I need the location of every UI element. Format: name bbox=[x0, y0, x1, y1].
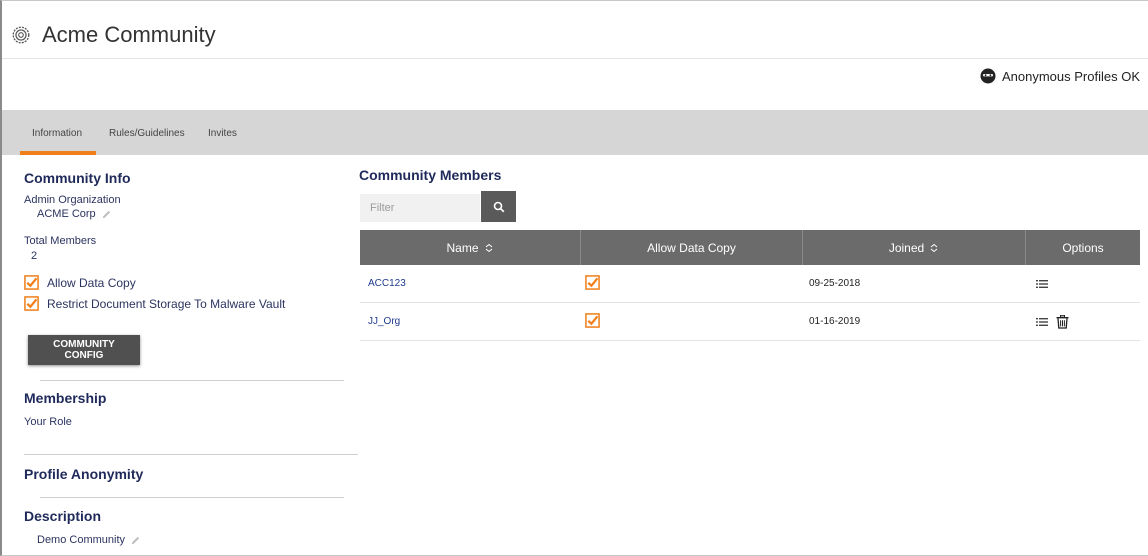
members-table: Name Allow Data Copy Joined Options ACC1… bbox=[360, 230, 1140, 341]
tab-invites[interactable]: Invites bbox=[208, 128, 237, 139]
community-members-heading: Community Members bbox=[359, 167, 502, 183]
column-header-joined[interactable]: Joined bbox=[803, 230, 1026, 265]
edit-pencil-icon[interactable] bbox=[130, 535, 141, 546]
description-heading: Description bbox=[24, 508, 102, 524]
column-header-allow-data-copy: Allow Data Copy bbox=[581, 230, 803, 265]
trash-icon[interactable] bbox=[1056, 314, 1069, 329]
community-config-button[interactable]: COMMUNITY CONFIG bbox=[28, 335, 140, 365]
anonymous-profiles-status: Anonymous Profiles OK bbox=[980, 68, 1140, 84]
tab-information[interactable]: Information bbox=[19, 128, 97, 155]
checkbox-checked-icon[interactable] bbox=[24, 296, 39, 311]
column-header-options: Options bbox=[1026, 230, 1140, 265]
column-header-label: Allow Data Copy bbox=[647, 240, 736, 255]
admin-org-name: ACME Corp bbox=[37, 208, 96, 220]
section-divider bbox=[24, 454, 358, 455]
filter-input[interactable] bbox=[360, 194, 480, 222]
search-button[interactable] bbox=[481, 191, 516, 222]
joined-date: 09-25-2018 bbox=[809, 278, 861, 289]
sort-icon[interactable] bbox=[484, 243, 494, 253]
tab-rules-guidelines[interactable]: Rules/Guidelines bbox=[109, 128, 185, 139]
list-options-icon[interactable] bbox=[1036, 278, 1048, 290]
column-header-name[interactable]: Name bbox=[360, 230, 581, 265]
total-members-label: Total Members bbox=[24, 235, 97, 247]
description-text: Demo Community bbox=[37, 534, 126, 546]
profile-anonymity-heading: Profile Anonymity bbox=[24, 466, 144, 482]
column-header-label: Joined bbox=[888, 240, 925, 255]
admin-org-value: ACME Corp bbox=[37, 208, 112, 220]
anonymous-profiles-label: Anonymous Profiles OK bbox=[1001, 68, 1140, 84]
column-header-label: Name bbox=[446, 240, 479, 255]
header-divider bbox=[2, 58, 1148, 59]
member-name-link[interactable]: ACC123 bbox=[368, 278, 406, 289]
section-divider bbox=[40, 380, 344, 381]
section-divider bbox=[40, 497, 344, 498]
gear-icon[interactable] bbox=[10, 24, 32, 46]
anonymous-mask-icon bbox=[980, 68, 996, 84]
checkbox-checked-icon[interactable] bbox=[585, 274, 600, 290]
page-title: Acme Community bbox=[42, 22, 216, 47]
member-name-link[interactable]: JJ_Org bbox=[368, 316, 400, 327]
table-header: Name Allow Data Copy Joined Options bbox=[360, 230, 1140, 265]
allow-data-copy-option[interactable]: Allow Data Copy bbox=[24, 275, 136, 290]
allow-data-copy-label: Allow Data Copy bbox=[47, 275, 136, 290]
description-value: Demo Community bbox=[37, 534, 141, 546]
checkbox-checked-icon[interactable] bbox=[585, 312, 600, 328]
title-bar: Acme Community bbox=[10, 22, 216, 48]
community-info-heading: Community Info bbox=[24, 170, 131, 186]
admin-org-label: Admin Organization bbox=[24, 194, 121, 206]
table-row: JJ_Org 01-16-2019 bbox=[360, 303, 1140, 341]
your-role-label: Your Role bbox=[24, 416, 72, 428]
sort-icon[interactable] bbox=[929, 243, 939, 253]
edit-pencil-icon[interactable] bbox=[101, 209, 112, 220]
table-row: ACC123 09-25-2018 bbox=[360, 265, 1140, 303]
restrict-storage-label: Restrict Document Storage To Malware Vau… bbox=[47, 296, 286, 311]
column-header-label: Options bbox=[1062, 240, 1104, 255]
tab-bar: Information Rules/Guidelines Invites bbox=[2, 110, 1148, 155]
membership-heading: Membership bbox=[24, 390, 107, 406]
restrict-storage-option[interactable]: Restrict Document Storage To Malware Vau… bbox=[24, 296, 285, 311]
list-options-icon[interactable] bbox=[1036, 316, 1048, 328]
joined-date: 01-16-2019 bbox=[809, 316, 861, 327]
checkbox-checked-icon[interactable] bbox=[24, 275, 39, 290]
total-members-value: 2 bbox=[31, 250, 38, 262]
search-icon bbox=[493, 201, 504, 212]
